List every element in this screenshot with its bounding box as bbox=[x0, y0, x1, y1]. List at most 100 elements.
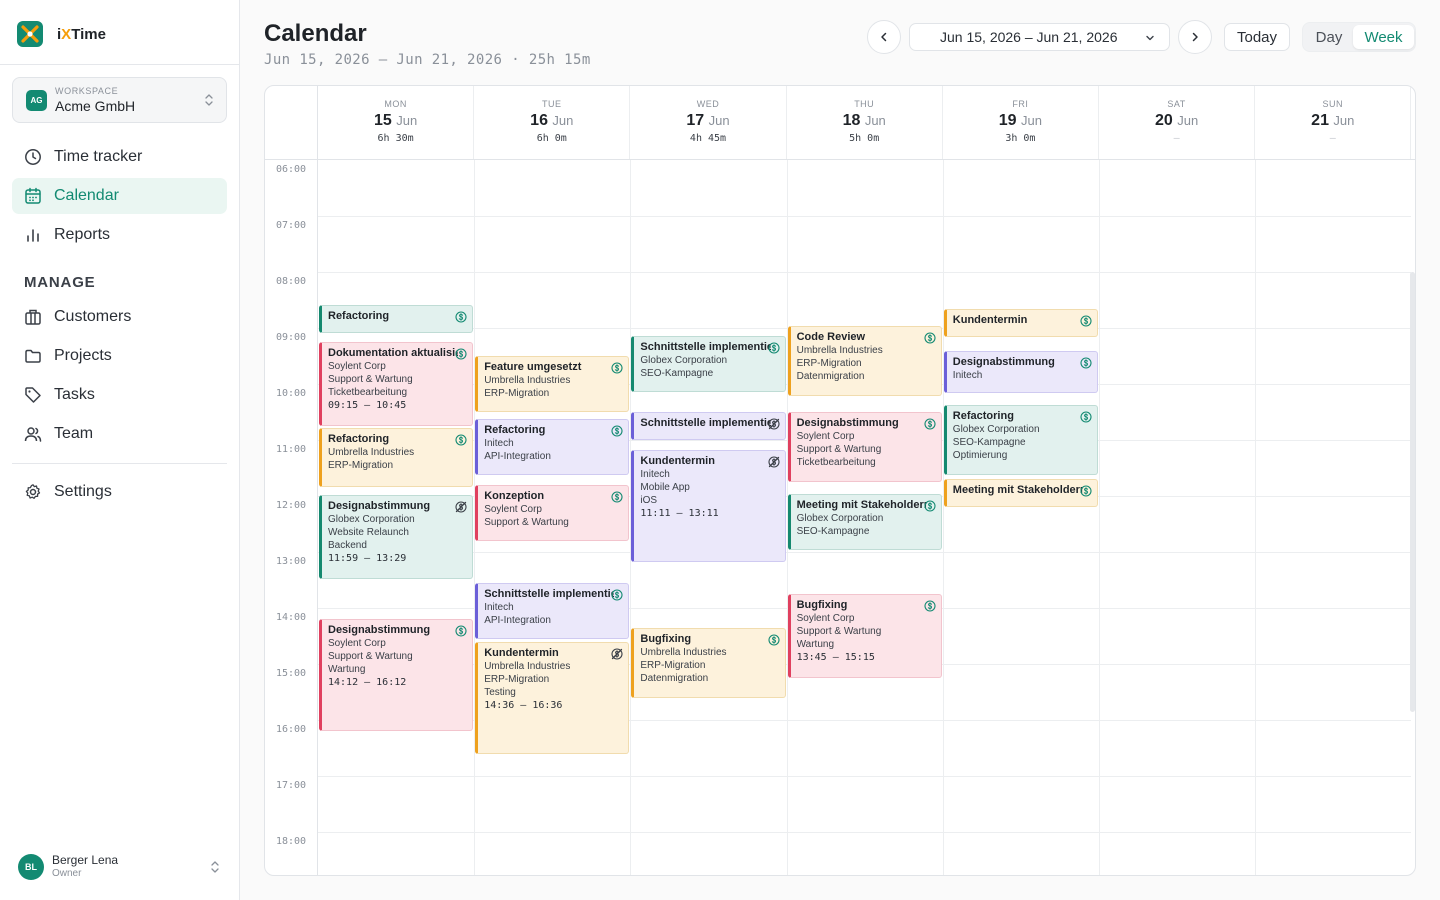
time-entry[interactable]: Kundentermin Initech Mobile App iOS 11:11 – … bbox=[631, 450, 786, 563]
billable-dollar-icon[interactable] bbox=[1080, 356, 1092, 369]
entry-detail: Umbrella Industries bbox=[796, 345, 883, 357]
time-gutter bbox=[265, 86, 318, 875]
nav-time-tracker[interactable]: Time tracker bbox=[12, 139, 227, 175]
entry-title: Designabstimmung bbox=[328, 500, 431, 513]
billable-dollar-icon[interactable] bbox=[455, 433, 467, 446]
nav-reports[interactable]: Reports bbox=[12, 217, 227, 253]
view-day-button[interactable]: Day bbox=[1305, 25, 1353, 49]
time-entry[interactable]: Meeting mit Stakeholdern bbox=[943, 479, 1098, 508]
entry-detail: Mobile App bbox=[640, 482, 690, 494]
day-header[interactable]: TUE 16 Jun 6h 0m bbox=[474, 86, 631, 159]
time-entry[interactable]: Schnittstelle implementieren bbox=[631, 412, 786, 440]
day-header[interactable]: THU 18 Jun 5h 0m bbox=[787, 86, 943, 159]
billable-dollar-icon[interactable] bbox=[768, 633, 780, 646]
non-billable-icon[interactable] bbox=[768, 417, 780, 430]
time-entry[interactable]: Bugfixing Soylent Corp Support & Wartung Wa… bbox=[787, 594, 942, 678]
next-week-button[interactable] bbox=[1178, 20, 1212, 54]
time-entry[interactable]: Designabstimmung Soylent Corp Support & Wa… bbox=[787, 412, 942, 482]
entry-detail: Initech bbox=[640, 469, 670, 481]
view-toggle: Day Week bbox=[1302, 22, 1416, 52]
nav-team[interactable]: Team bbox=[12, 416, 227, 452]
non-billable-icon[interactable] bbox=[455, 500, 467, 513]
entry-detail: Support & Wartung bbox=[484, 516, 569, 528]
section-label-manage: MANAGE bbox=[24, 274, 96, 291]
billable-dollar-icon[interactable] bbox=[924, 331, 936, 344]
entry-detail: Soylent Corp bbox=[328, 638, 386, 650]
time-entry[interactable]: Designabstimmung Soylent Corp Support & Wa… bbox=[319, 619, 474, 732]
scrollbar[interactable] bbox=[1410, 272, 1415, 712]
billable-dollar-icon[interactable] bbox=[1080, 314, 1092, 327]
entry-detail: Umbrella Industries bbox=[484, 660, 571, 672]
day-total: 3h 0m bbox=[1005, 133, 1036, 144]
entry-title: Refactoring bbox=[952, 409, 1014, 422]
time-entry[interactable]: Meeting mit Stakeholdern Globex Corporati… bbox=[787, 494, 942, 551]
time-entry[interactable]: Kundentermin Umbrella Industries ERP-Migra… bbox=[475, 641, 630, 754]
calendar-icon bbox=[24, 187, 42, 205]
billable-dollar-icon[interactable] bbox=[611, 490, 623, 503]
time-entry[interactable]: Dokumentation aktualisieren Soylent Corp S… bbox=[319, 342, 474, 426]
billable-dollar-icon[interactable] bbox=[924, 599, 936, 612]
avatar: BL bbox=[18, 854, 44, 880]
time-entry[interactable]: Designabstimmung Initech bbox=[943, 351, 1098, 394]
billable-dollar-icon[interactable] bbox=[924, 499, 936, 512]
day-header[interactable]: SUN 21 Jun – bbox=[1255, 86, 1412, 159]
hour-label: 16:00 bbox=[275, 724, 307, 735]
time-entry[interactable]: Konzeption Soylent Corp Support & Wartung bbox=[475, 484, 630, 541]
entry-detail: Website Relaunch bbox=[328, 527, 409, 539]
billable-dollar-icon[interactable] bbox=[455, 624, 467, 637]
view-week-button[interactable]: Week bbox=[1353, 25, 1414, 49]
nav-settings[interactable]: Settings bbox=[12, 474, 227, 510]
entry-detail: Umbrella Industries bbox=[484, 375, 571, 386]
billable-dollar-icon[interactable] bbox=[768, 341, 780, 354]
non-billable-icon[interactable] bbox=[611, 647, 623, 660]
day-header[interactable]: MON 15 Jun 6h 30m bbox=[318, 86, 475, 159]
billable-dollar-icon[interactable] bbox=[1080, 484, 1092, 497]
nav-tasks[interactable]: Tasks bbox=[12, 377, 227, 413]
non-billable-icon[interactable] bbox=[768, 455, 780, 468]
time-entry[interactable]: Refactoring Initech API-Integration bbox=[475, 419, 630, 476]
brand[interactable]: iXTime bbox=[17, 21, 106, 47]
hour-label: 12:00 bbox=[275, 500, 307, 511]
day-header[interactable]: WED 17 Jun 4h 45m bbox=[630, 86, 787, 159]
prev-week-button[interactable] bbox=[867, 20, 901, 54]
time-entry[interactable]: Schnittstelle implementierenInitechAPI-I… bbox=[475, 582, 630, 639]
time-entry[interactable]: Refactoring Umbrella Industries ERP-Migrat… bbox=[319, 427, 474, 487]
billable-dollar-icon[interactable] bbox=[1080, 410, 1092, 423]
entry-title: Kundentermin bbox=[484, 646, 559, 659]
entry-title: Refactoring bbox=[328, 432, 390, 445]
billable-dollar-icon[interactable] bbox=[611, 361, 623, 374]
today-button[interactable]: Today bbox=[1224, 23, 1290, 51]
time-entry[interactable]: Feature umgesetzt Umbrella Industries ERP-… bbox=[475, 356, 630, 412]
time-entry[interactable]: Kundentermin bbox=[943, 309, 1098, 338]
nav-customers[interactable]: Customers bbox=[12, 299, 227, 335]
entry-detail: SEO-Kampagne bbox=[952, 436, 1026, 448]
time-entry[interactable]: Schnittstelle implementierenGlobex Corpo… bbox=[631, 336, 786, 393]
date-range-select[interactable]: Jun 15, 2026 – Jun 21, 2026 bbox=[909, 23, 1170, 51]
day-of-week: MON bbox=[384, 99, 407, 109]
day-date: 18 Jun bbox=[842, 112, 886, 129]
entry-detail: Umbrella Industries bbox=[328, 446, 415, 458]
user-menu[interactable]: BL Berger Lena Owner bbox=[18, 853, 228, 881]
day-header[interactable]: FRI 19 Jun 3h 0m bbox=[943, 86, 1099, 159]
billable-dollar-icon[interactable] bbox=[611, 588, 623, 601]
billable-dollar-icon[interactable] bbox=[924, 417, 936, 430]
time-entry[interactable]: Bugfixing Umbrella Industries ERP-Migratio… bbox=[631, 627, 786, 698]
billable-dollar-icon[interactable] bbox=[455, 347, 467, 360]
column-divider bbox=[1099, 160, 1100, 875]
time-entry[interactable]: Designabstimmung Globex Corporation Websit… bbox=[319, 495, 474, 580]
nav-calendar[interactable]: Calendar bbox=[12, 178, 227, 214]
billable-dollar-icon[interactable] bbox=[611, 424, 623, 438]
hour-label: 17:00 bbox=[275, 780, 307, 791]
day-header[interactable]: SAT 20 Jun – bbox=[1099, 86, 1256, 159]
nav-projects[interactable]: Projects bbox=[12, 338, 227, 374]
time-entry[interactable]: Code Review Umbrella Industries ERP-Migrat… bbox=[787, 326, 942, 397]
billable-dollar-icon[interactable] bbox=[455, 310, 467, 323]
header-divider bbox=[265, 159, 1415, 160]
time-entry[interactable]: Refactoring bbox=[319, 304, 474, 333]
workspace-switcher[interactable]: AG WORKSPACE Acme GmbH bbox=[12, 77, 227, 123]
column-divider bbox=[1255, 160, 1257, 875]
entry-time: 09:15 – 10:45 bbox=[328, 400, 407, 411]
hour-line bbox=[318, 216, 1411, 217]
time-entry[interactable]: Refactoring Globex Corporation SEO-Kampagn… bbox=[943, 404, 1098, 475]
entry-detail: Optimierung bbox=[952, 449, 1008, 461]
